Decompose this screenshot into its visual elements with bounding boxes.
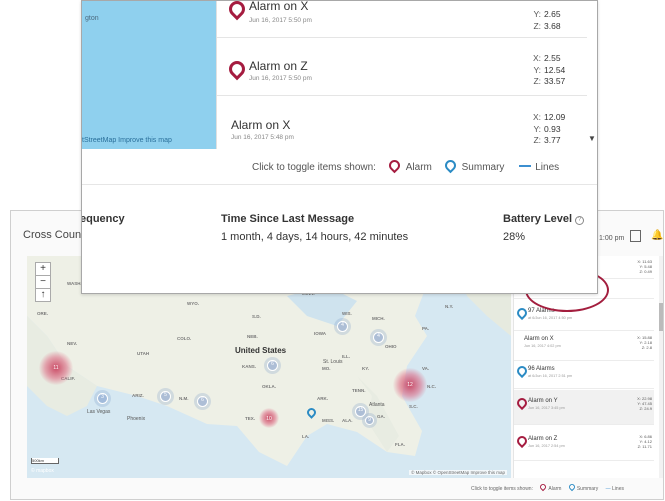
state-label: KY.	[362, 366, 370, 371]
state-label: KANS.	[242, 364, 257, 369]
state-label: PA.	[422, 326, 430, 331]
state-label: UTAH	[137, 351, 150, 356]
map-attribution[interactable]: © Mapbox © OpenStreetMap Improve this ma…	[409, 470, 507, 475]
summary-cluster[interactable]: 3	[97, 393, 108, 404]
summary-pin-icon	[514, 363, 530, 379]
bell-icon[interactable]: 🔔	[651, 230, 663, 241]
summary-cluster[interactable]: 15	[355, 406, 366, 417]
alarm-pin-icon	[514, 395, 530, 411]
state-label: NEV.	[67, 341, 78, 346]
state-label: MICH.	[372, 316, 385, 321]
state-label: WASH.	[67, 281, 82, 286]
battery-value: 28%	[503, 231, 526, 243]
legend-lines[interactable]: Lines	[535, 162, 559, 173]
summary-pin-icon	[514, 305, 530, 321]
state-label: N.Y.	[445, 304, 454, 309]
lines-icon	[519, 164, 532, 167]
list-scrollbar[interactable]	[659, 256, 663, 478]
country-label: United States	[235, 346, 287, 355]
city-label: Phoenix	[127, 416, 146, 422]
state-label: ORE.	[37, 311, 49, 316]
summary-cluster[interactable]: 6	[267, 360, 278, 371]
state-label: S.D.	[252, 314, 261, 319]
list-item[interactable]: 96 Alarms at 6/Jun 16, 2017 2:51 pm	[514, 362, 654, 389]
state-label: ILL.	[342, 354, 350, 359]
state-label: MISS.	[322, 418, 335, 423]
alarm-pin-icon	[386, 157, 403, 174]
time-since-value: 1 month, 4 days, 14 hours, 42 minutes	[221, 231, 409, 243]
alarm-heat-cluster[interactable]: 10	[259, 408, 279, 428]
map-attribution[interactable]: tStreetMap Improve this map	[82, 137, 172, 144]
state-label: FLA.	[395, 442, 405, 447]
legend-alarm[interactable]: Alarm	[406, 162, 432, 173]
state-label: GA.	[377, 414, 386, 419]
state-label: WIS.	[342, 311, 352, 316]
legend-alarm[interactable]: Alarm	[548, 486, 561, 492]
city-label: St. Louis	[323, 359, 343, 365]
list-scrollbar[interactable]	[587, 1, 597, 149]
divider	[82, 184, 597, 185]
list-item[interactable]: Alarm on X Jun 16, 2017 5:50 pm Y: 2.65 Z…	[217, 1, 597, 38]
alarm-pin-icon	[539, 482, 548, 492]
summary-cluster[interactable]: 6	[197, 396, 208, 407]
frequency-label: equency	[81, 213, 125, 225]
list-item[interactable]: Alarm on Y Jun 16, 2017 3:45 pm X: 22.98…	[514, 390, 654, 425]
alarm-pin-icon	[225, 57, 249, 81]
state-label: IOWA	[314, 331, 326, 336]
state-label: OHIO	[385, 344, 397, 349]
state-label: ARK.	[317, 396, 328, 401]
summary-cluster[interactable]: 4	[337, 321, 348, 332]
state-label: TENN.	[352, 388, 366, 393]
alarm-pin-icon	[225, 1, 249, 21]
time-text: 1:00 pm	[599, 235, 625, 242]
page-title: Cross Coun	[23, 229, 82, 241]
state-label: ALA.	[342, 418, 353, 423]
summary-cluster[interactable]: 4	[373, 332, 384, 343]
alarm-heat-cluster[interactable]: 12	[393, 368, 427, 402]
state-label: NEB.	[247, 334, 258, 339]
summary-cluster[interactable]: 9	[365, 416, 374, 425]
scroll-arrow-icon[interactable]: ▼	[588, 134, 596, 143]
map-place-label: gton	[85, 15, 99, 22]
alarm-heat-cluster[interactable]: 11	[39, 351, 73, 385]
state-label: ARIZ.	[132, 393, 144, 398]
legend-toggle[interactable]: Click to toggle items shown: Alarm Summa…	[471, 482, 624, 492]
state-label: OKLA.	[262, 384, 276, 389]
mapbox-logo: © mapbox	[31, 468, 54, 474]
state-label: S.C.	[409, 404, 418, 409]
zoom-out-button[interactable]: −	[35, 275, 51, 289]
info-icon[interactable]: ?	[575, 216, 585, 225]
map-view-zoomed[interactable]	[82, 1, 216, 149]
city-label: Las Vegas	[87, 409, 111, 415]
state-label: N.M.	[179, 396, 189, 401]
legend-summary[interactable]: Summary	[462, 162, 505, 173]
legend-summary[interactable]: Summary	[577, 486, 598, 492]
summary-pin-icon	[567, 482, 577, 492]
battery-label: Battery Level?	[503, 213, 585, 225]
list-scrollbar-thumb[interactable]	[659, 303, 663, 331]
calendar-icon[interactable]	[630, 230, 641, 242]
city-label: Atlanta	[369, 402, 385, 408]
zoom-in-button[interactable]: +	[35, 262, 51, 276]
state-label: WYO.	[187, 301, 199, 306]
state-label: LA.	[302, 434, 310, 439]
state-label: MO.	[322, 366, 331, 371]
state-label: VA.	[422, 366, 430, 371]
alarm-pin-icon	[514, 433, 530, 449]
time-since-label: Time Since Last Message	[221, 213, 355, 225]
state-label: N.C.	[427, 384, 436, 389]
summary-cluster[interactable]: 5	[160, 391, 171, 402]
list-item[interactable]: Alarm on X Jun 16, 2017 4:02 pm X: 15.88…	[514, 332, 654, 361]
map-scale: 500km	[31, 458, 59, 464]
legend-lines[interactable]: Lines	[612, 486, 624, 492]
zoomed-detail-panel: gton tStreetMap Improve this map Alarm o…	[81, 0, 598, 294]
summary-pin-icon	[442, 157, 458, 174]
list-item[interactable]: Alarm on Z Jun 16, 2017 5:50 pm X: 2.55 Y…	[217, 37, 597, 96]
compass-button[interactable]: ↑	[35, 288, 51, 302]
state-label: TEX.	[245, 416, 256, 421]
state-label: COLO.	[177, 336, 192, 341]
list-item[interactable]: Alarm on Z Jun 16, 2017 2:54 pm X: 6.86 Y…	[514, 428, 654, 461]
legend-toggle[interactable]: Click to toggle items shown: Alarm Summa…	[252, 157, 559, 174]
list-item[interactable]: Alarm on X Jun 16, 2017 5:48 pm X: 12.09 …	[217, 96, 597, 149]
